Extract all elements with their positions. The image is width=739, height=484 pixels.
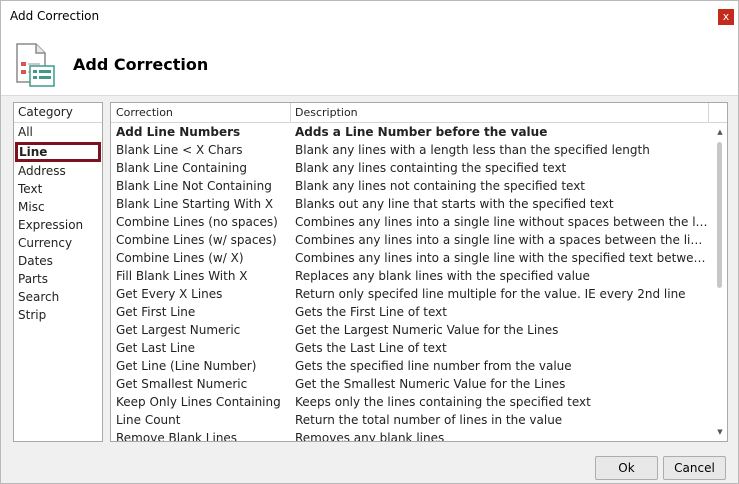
table-row[interactable]: Blank Line Not Containing Blank any lines… [111,177,713,195]
scroll-up-icon[interactable]: ▲ [713,125,727,139]
correction-cell: Blank Line Not Containing [116,179,272,193]
table-row[interactable]: Line Count Return the total number of lin… [111,411,713,429]
description-cell: Get the Smallest Numeric Value for the L… [295,377,566,391]
description-cell: Gets the Last Line of text [295,341,447,355]
table-row[interactable]: Get Every X Lines Return only specifed li… [111,285,713,303]
category-item-currency[interactable]: Currency [14,234,102,252]
description-cell: Blanks out any line that starts with the… [295,197,614,211]
category-item-dates[interactable]: Dates [14,252,102,270]
description-cell: Gets the First Line of text [295,305,447,319]
category-item-search[interactable]: Search [14,288,102,306]
correction-cell: Get Smallest Numeric [116,377,248,391]
description-cell: Blank any lines containting the specifie… [295,161,567,175]
scroll-down-icon[interactable]: ▼ [713,425,727,439]
table-row[interactable]: Blank Line Containing Blank any lines con… [111,159,713,177]
correction-cell: Blank Line < X Chars [116,143,243,157]
close-button[interactable]: x [718,9,734,25]
document-list-icon [16,43,55,87]
category-item-misc[interactable]: Misc [14,198,102,216]
table-row[interactable]: Fill Blank Lines With X Replaces any blan… [111,267,713,285]
category-item-parts[interactable]: Parts [14,270,102,288]
scrollbar-thumb[interactable] [717,142,722,288]
category-header: Category [14,103,102,123]
correction-cell: Get First Line [116,305,196,319]
description-cell: Return the total number of lines in the … [295,413,563,427]
category-item-expression[interactable]: Expression [14,216,102,234]
dialog-heading: Add Correction [73,55,209,74]
description-cell: Adds a Line Number before the value [295,125,548,139]
dialog-header: Add Correction [1,32,738,96]
grid-header: Correction Description [111,103,727,123]
correction-cell: Line Count [116,413,181,427]
table-row[interactable]: Blank Line Starting With X Blanks out any… [111,195,713,213]
table-row[interactable]: Get Largest Numeric Get the Largest Numer… [111,321,713,339]
correction-cell: Combine Lines (w/ X) [116,251,244,265]
correction-cell: Blank Line Containing [116,161,247,175]
table-row[interactable]: Get Line (Line Number) Gets the specified… [111,357,713,375]
category-item-text[interactable]: Text [14,180,102,198]
vertical-scrollbar[interactable]: ▲ ▼ [713,123,727,441]
description-cell: Replaces any blank lines with the specif… [295,269,590,283]
correction-cell: Keep Only Lines Containing [116,395,281,409]
table-row[interactable]: Add Line Numbers Adds a Line Number befor… [111,123,713,141]
title-bar: Add Correction x [1,1,738,32]
ok-button[interactable]: Ok [595,456,658,480]
window-title: Add Correction [10,9,100,23]
description-cell: Get the Largest Numeric Value for the Li… [295,323,559,337]
correction-cell: Combine Lines (no spaces) [116,215,278,229]
category-item-strip[interactable]: Strip [14,306,102,324]
column-header-correction[interactable]: Correction [111,103,173,122]
table-row[interactable]: Get Smallest Numeric Get the Smallest Num… [111,375,713,393]
correction-cell: Get Every X Lines [116,287,223,301]
description-cell: Return only specifed line multiple for t… [295,287,686,301]
correction-cell: Fill Blank Lines With X [116,269,248,283]
table-row[interactable]: Get First Line Gets the First Line of tex… [111,303,713,321]
description-cell: Gets the specified line number from the … [295,359,572,373]
description-cell: Removes any blank lines [295,431,445,441]
column-header-description[interactable]: Description [290,103,358,122]
correction-cell: Remove Blank Lines [116,431,238,441]
correction-cell: Get Line (Line Number) [116,359,257,373]
table-row[interactable]: Combine Lines (w/ X) Combines any lines i… [111,249,713,267]
description-cell: Combines any lines into a single line wi… [295,215,709,229]
description-cell: Blank any lines with a length less than … [295,143,650,157]
grid-body: Add Line Numbers Adds a Line Number befor… [111,123,713,441]
cancel-button[interactable]: Cancel [663,456,726,480]
description-cell: Combines any lines into a single line wi… [295,233,709,247]
table-row[interactable]: Get Last Line Gets the Last Line of text [111,339,713,357]
correction-cell: Combine Lines (w/ spaces) [116,233,277,247]
correction-cell: Get Largest Numeric [116,323,241,337]
table-row[interactable]: Keep Only Lines Containing Keeps only the… [111,393,713,411]
correction-grid: Correction Description Add Line Numbers A… [110,102,728,442]
description-cell: Blank any lines not containing the speci… [295,179,586,193]
category-item-address[interactable]: Address [14,162,102,180]
add-correction-dialog: Add Correction x Add Correction Category… [0,0,739,484]
table-row[interactable]: Blank Line < X Chars Blank any lines with… [111,141,713,159]
correction-cell: Add Line Numbers [116,125,241,139]
table-row[interactable]: Combine Lines (w/ spaces) Combines any li… [111,231,713,249]
correction-cell: Blank Line Starting With X [116,197,274,211]
description-cell: Combines any lines into a single line wi… [295,251,709,265]
category-item-all[interactable]: All [14,123,102,141]
table-row[interactable]: Combine Lines (no spaces) Combines any li… [111,213,713,231]
category-list: Category All Line Address Text Misc Expressio… [13,102,103,442]
column-divider[interactable] [708,103,709,122]
category-item-line[interactable]: Line [15,142,101,162]
description-cell: Keeps only the lines containing the spec… [295,395,591,409]
correction-cell: Get Last Line [116,341,196,355]
table-row[interactable]: Remove Blank Lines Removes any blank line… [111,429,713,441]
